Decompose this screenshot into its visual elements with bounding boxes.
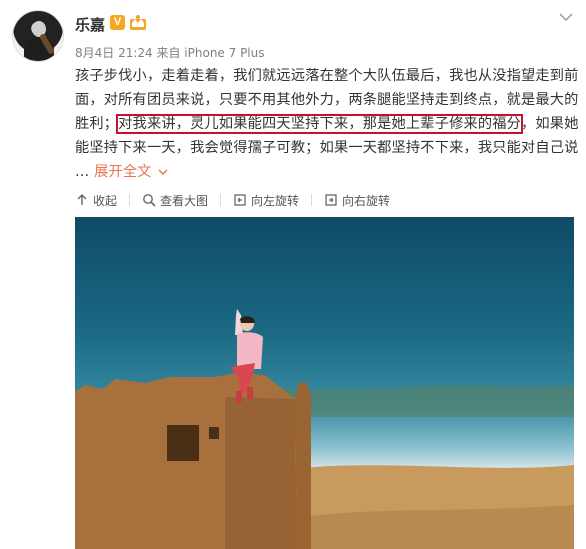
child-hair xyxy=(240,316,255,323)
ellipsis: … xyxy=(75,164,95,180)
expand-label: 展开全文 xyxy=(94,164,152,180)
child-leg-2 xyxy=(247,387,253,399)
child-leg xyxy=(236,391,242,403)
divider xyxy=(220,194,222,206)
post-line-4: 能坚持下来一天，我会觉得孺子可教；如果一天都坚持不下来，我只能对自己说 xyxy=(75,140,579,156)
wall-window xyxy=(167,425,199,461)
wall-hole xyxy=(209,427,219,439)
post-line-2: 面，对所有团员来说，只要不用其他外力，两条腿能坚持走到终点，就是最大的 xyxy=(75,92,579,108)
collapse-button[interactable]: 收起 xyxy=(75,192,117,209)
photo-scene xyxy=(75,309,574,549)
magnifier-icon xyxy=(143,194,156,207)
wall-shadow xyxy=(225,397,297,549)
rotate-right-label: 向右旋转 xyxy=(342,193,391,208)
rotate-right-icon xyxy=(325,194,337,206)
collapse-icon xyxy=(77,194,87,205)
post-line-1: 孩子步伐小，走着走着，我们就远远落在整个大队伍最后，我也从没指望走到前 xyxy=(75,68,579,84)
expand-full-text-link[interactable]: 展开全文 xyxy=(94,164,168,180)
username[interactable]: 乐嘉 xyxy=(75,14,105,35)
post-meta: 8月4日 21:24 来自 iPhone 7 Plus xyxy=(75,46,265,60)
post-line-3-start: 胜利； xyxy=(75,116,119,132)
post-text: 孩子步伐小，走着走着，我们就远远落在整个大队伍最后，我也从没指望走到前 面，对所… xyxy=(75,64,580,184)
image-toolbar: 收起 查看大图 向左旋转 向右旋转 xyxy=(75,190,402,210)
verified-badge: V xyxy=(110,15,125,30)
rotate-right-button[interactable]: 向右旋转 xyxy=(324,192,390,209)
chevron-down-icon xyxy=(158,169,168,175)
vip-crown-icon xyxy=(130,15,146,30)
divider xyxy=(129,194,131,206)
post-line-3-end: ，如果她 xyxy=(521,116,579,132)
collapse-label: 收起 xyxy=(93,193,118,208)
post-line-5: … 展开全文 xyxy=(75,160,580,184)
highlighted-quote: 对我来讲，灵儿如果能四天坚持下来，那是她上辈子修来的福分 xyxy=(116,114,524,134)
avatar[interactable] xyxy=(12,10,64,62)
view-large-label: 查看大图 xyxy=(160,193,209,208)
view-large-button[interactable]: 查看大图 xyxy=(142,192,208,209)
rotate-left-icon xyxy=(234,194,246,206)
post-line-3: 胜利；对我来讲，灵儿如果能四天坚持下来，那是她上辈子修来的福分，如果她 xyxy=(75,112,580,136)
rotate-left-button[interactable]: 向左旋转 xyxy=(233,192,299,209)
chevron-down-icon[interactable] xyxy=(559,12,573,22)
child-jacket xyxy=(237,332,263,369)
rotate-left-label: 向左旋转 xyxy=(251,193,300,208)
post-photo[interactable] xyxy=(75,217,574,549)
wall-pillar xyxy=(295,382,311,549)
divider xyxy=(311,194,313,206)
